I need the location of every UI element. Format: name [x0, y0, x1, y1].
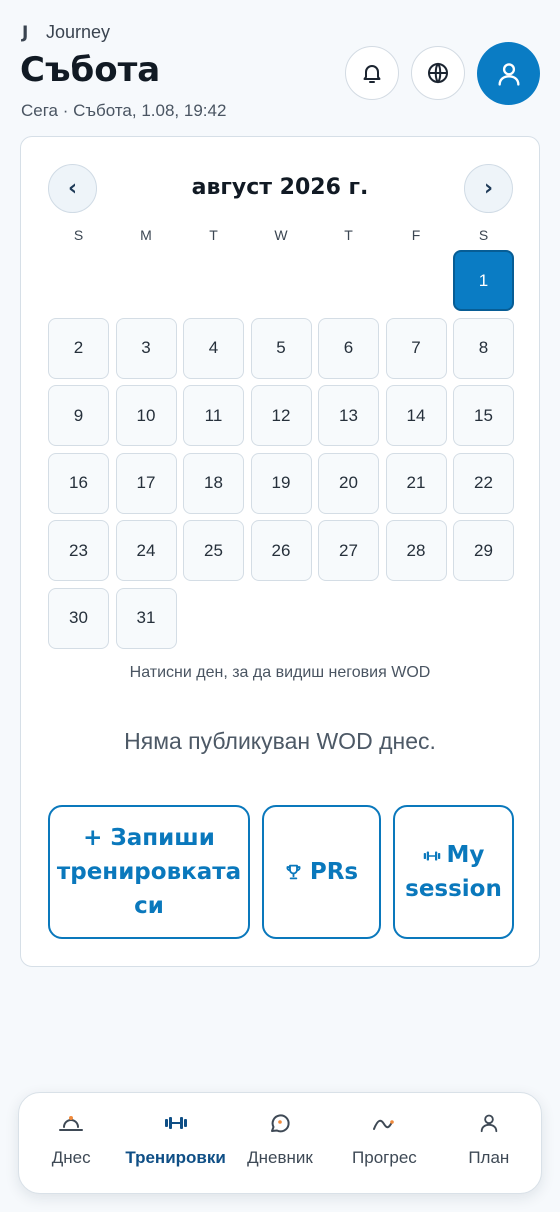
current-datetime: Сега · Събота, 1.08, 19:42 — [21, 101, 227, 120]
calendar-day[interactable]: 20 — [318, 452, 379, 514]
calendar-day[interactable]: 17 — [115, 452, 177, 514]
calendar-day[interactable]: 14 — [385, 385, 447, 446]
trend-line-icon — [371, 1110, 397, 1136]
calendar-day[interactable]: 24 — [115, 520, 177, 581]
weekday-label: T — [209, 227, 218, 243]
page-title: Събота — [20, 50, 161, 90]
calendar-day[interactable]: 4 — [183, 317, 244, 379]
dumbbell-icon — [164, 1110, 188, 1136]
tab-4[interactable]: План — [437, 1093, 541, 1193]
calendar-day[interactable]: 3 — [115, 317, 177, 379]
user-icon — [498, 62, 519, 86]
calendar-day[interactable]: 28 — [385, 520, 447, 581]
my-session-label: My session — [405, 842, 502, 902]
bell-icon — [363, 65, 381, 83]
notifications-button[interactable] — [345, 46, 399, 100]
calendar-day[interactable]: 2 — [48, 317, 109, 379]
user-icon — [478, 1110, 500, 1136]
profile-button[interactable] — [477, 42, 540, 105]
tab-label: Прогрес — [352, 1148, 417, 1167]
weekday-label: S — [73, 227, 84, 243]
calendar-day[interactable]: 19 — [250, 452, 312, 514]
calendar-day[interactable]: 7 — [385, 317, 447, 379]
sunrise-icon — [58, 1110, 84, 1136]
trophy-icon — [286, 864, 301, 880]
calendar-day[interactable]: 8 — [453, 317, 514, 379]
calendar-day[interactable]: 31 — [115, 587, 177, 649]
tab-label: Днес — [51, 1148, 91, 1167]
month-title: август 2026 г. — [191, 175, 369, 200]
language-button[interactable] — [411, 46, 465, 100]
tab-label: Дневник — [247, 1148, 313, 1167]
calendar-day[interactable]: 11 — [183, 385, 244, 446]
app-brand: J Journey — [22, 22, 110, 43]
calendar-day[interactable]: 22 — [453, 452, 514, 514]
calendar-blank — [116, 250, 177, 311]
calendar-day[interactable]: 9 — [48, 385, 109, 446]
calendar-day[interactable]: 29 — [453, 520, 514, 581]
calendar-hint: Натисни ден, за да видиш неговия WOD — [129, 664, 431, 681]
weekday-label: M — [140, 227, 152, 243]
calendar-day[interactable]: 6 — [318, 317, 379, 379]
brand-name: Journey — [46, 22, 111, 42]
no-wod-message: Няма публикуван WOD днес. — [124, 728, 436, 754]
tab-2[interactable]: Дневник — [228, 1093, 332, 1193]
tab-label: План — [468, 1148, 510, 1167]
bottom-tab-bar: Днес Тренировки Дневник Прогрес План — [18, 1092, 542, 1194]
tab-0[interactable]: Днес — [19, 1093, 123, 1193]
calendar-day[interactable]: 25 — [183, 520, 244, 581]
calendar-card: ‹ август 2026 г. › SMTWTFS 1 2 3 4 5 6 7 8 9 10 11… — [20, 136, 540, 967]
calendar-day-selected[interactable]: 1 — [453, 250, 514, 311]
weekday-header: SMTWTFS — [48, 227, 515, 243]
calendar-day[interactable]: 10 — [115, 385, 177, 446]
prs-label: PRs — [309, 859, 359, 885]
next-month-button[interactable]: › — [464, 164, 513, 213]
log-workout-button[interactable]: + Запиши тренировката си — [48, 805, 250, 939]
journey-logo-icon: J — [22, 22, 29, 43]
my-session-button[interactable]: My session — [393, 805, 514, 939]
weekday-label: S — [478, 227, 489, 243]
weekday-label: W — [274, 227, 288, 243]
dumbbell-icon — [423, 851, 440, 860]
calendar-day[interactable]: 26 — [250, 520, 312, 581]
calendar-day[interactable]: 5 — [250, 317, 312, 379]
calendar-blank — [48, 250, 109, 311]
tab-3[interactable]: Прогрес — [332, 1093, 436, 1193]
calendar-grid: 1 2 3 4 5 6 7 8 9 10 11 12 13 14 15 16 17 18 19 20 21 22 23 24 2… — [48, 250, 515, 649]
calendar-day[interactable]: 27 — [318, 520, 379, 581]
weekday-label: F — [411, 227, 421, 243]
calendar-day[interactable]: 30 — [48, 587, 109, 649]
calendar-day[interactable]: 18 — [183, 452, 244, 514]
calendar-day[interactable]: 12 — [250, 385, 312, 446]
tab-1[interactable]: Тренировки — [123, 1093, 227, 1193]
weekday-label: T — [344, 227, 353, 243]
globe-icon — [428, 62, 448, 84]
tab-label: Тренировки — [125, 1148, 226, 1167]
prs-button[interactable]: PRs — [262, 805, 381, 939]
log-workout-label: + Запиши тренировката си — [56, 825, 242, 919]
calendar-day[interactable]: 15 — [453, 385, 514, 446]
calendar-day[interactable]: 16 — [48, 452, 109, 514]
calendar-blank — [318, 250, 379, 311]
calendar-blank — [251, 250, 312, 311]
calendar-day[interactable]: 21 — [385, 452, 447, 514]
calendar-blank — [386, 250, 447, 311]
calendar-blank — [183, 250, 244, 311]
calendar-day[interactable]: 23 — [48, 520, 109, 581]
chat-bubble-icon — [268, 1110, 292, 1136]
calendar-day[interactable]: 13 — [318, 385, 379, 446]
